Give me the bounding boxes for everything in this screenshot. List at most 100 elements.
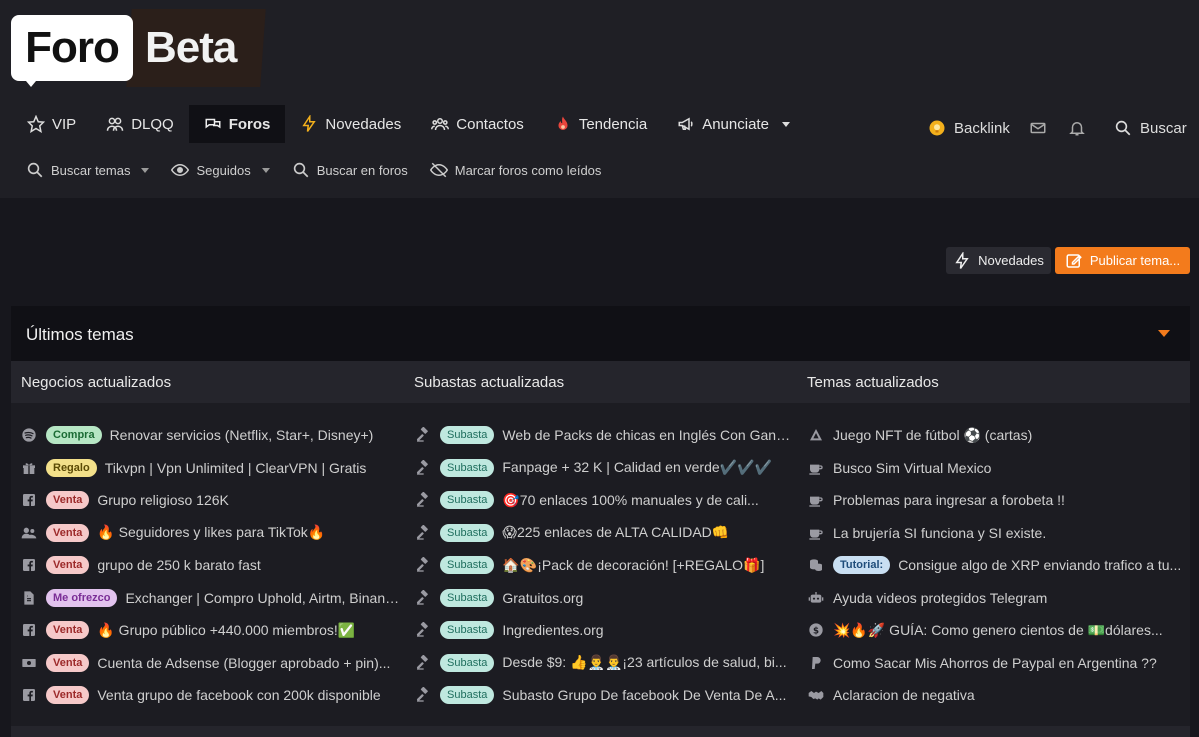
topic-title-link[interactable]: Tikvpn | Vpn Unlimited | ClearVPN | Grat… [105,460,367,476]
inbox-button[interactable] [1029,110,1047,146]
prefix-badge[interactable]: Venta [46,686,90,705]
backlink-link[interactable]: Backlink [928,110,1010,146]
topic-title-link[interactable]: Ayuda videos protegidos Telegram [833,590,1047,606]
list-item[interactable]: Busco Sim Virtual Mexico [807,452,1187,485]
list-item[interactable]: Subasta Ingredientes.org [414,614,794,647]
main-nav: VIP DLQQ Foros Novedades Contactos Tende… [12,105,805,143]
nav-tendencia[interactable]: Tendencia [539,105,662,143]
list-item[interactable]: Subasta 🏠🎨¡Pack de decoración! [+REGALO🎁] [414,549,794,582]
nav-contactos[interactable]: Contactos [416,105,539,143]
novedades-button[interactable]: Novedades [946,247,1051,274]
topic-title-link[interactable]: Fanpage + 32 K | Calidad en verde✔️✔️✔️ [502,459,772,476]
topic-title-link[interactable]: Desde $9: 👍👨‍⚕️👨‍⚕️¡23 artículos de salu… [502,654,786,671]
prefix-badge[interactable]: Subasta [440,686,495,705]
list-item[interactable]: Venta grupo de 250 k barato fast [20,549,400,582]
list-item[interactable]: Como Sacar Mis Ahorros de Paypal en Arge… [807,647,1187,680]
topic-title-link[interactable]: Renovar servicios (Netflix, Star+, Disne… [110,427,374,443]
topic-title-link[interactable]: 😱225 enlaces de ALTA CALIDAD👊 [502,524,729,541]
topic-title-link[interactable]: grupo de 250 k barato fast [97,557,260,573]
topic-title-link[interactable]: La brujería SI funciona y SI existe. [833,525,1046,541]
prefix-badge[interactable]: Subasta [440,556,495,575]
list-item[interactable]: Compra Renovar servicios (Netflix, Star+,… [20,419,400,452]
topic-title-link[interactable]: 🔥 Grupo público +440.000 miembros!✅ [97,622,355,639]
nav-foros[interactable]: Foros [188,105,286,143]
nav-vip[interactable]: VIP [12,105,91,143]
latest-topics-header[interactable]: Últimos temas [11,306,1190,361]
list-item[interactable]: Subasta Web de Packs de chicas en Inglés … [414,419,794,452]
prefix-badge[interactable]: Subasta [440,588,495,607]
topic-title-link[interactable]: Cuenta de Adsense (Blogger aprobado + pi… [97,655,390,671]
topic-title-link[interactable]: Como Sacar Mis Ahorros de Paypal en Arge… [833,655,1157,671]
topic-title-link[interactable]: 🔥 Seguidores y likes para TikTok🔥 [97,524,325,541]
topic-title-link[interactable]: Juego NFT de fútbol ⚽ (cartas) [833,427,1032,444]
list-item[interactable]: La brujería SI funciona y SI existe. [807,517,1187,550]
topic-title-link[interactable]: Grupo religioso 126K [97,492,229,508]
list-item[interactable]: Subasta 🎯70 enlaces 100% manuales y de ca… [414,484,794,517]
prefix-badge[interactable]: Subasta [440,523,495,542]
list-item[interactable]: Venta 🔥 Grupo público +440.000 miembros!✅ [20,614,400,647]
buscar-en-foros-link[interactable]: Buscar en foros [292,161,408,179]
list-item[interactable]: Subasta Fanpage + 32 K | Calidad en verde… [414,452,794,485]
alerts-button[interactable] [1068,110,1086,146]
list-item[interactable]: Juego NFT de fútbol ⚽ (cartas) [807,419,1187,452]
topic-title-link[interactable]: Subasto Grupo De facebook De Venta De A.… [502,687,786,703]
topic-title-link[interactable]: Busco Sim Virtual Mexico [833,460,991,476]
nav-dlqq[interactable]: DLQQ [91,105,189,143]
prefix-badge[interactable]: Compra [46,426,102,445]
search-button[interactable]: Buscar [1114,110,1187,146]
topic-title-link[interactable]: 🎯70 enlaces 100% manuales y de cali... [502,492,758,509]
list-item[interactable]: Subasta 😱225 enlaces de ALTA CALIDAD👊 [414,517,794,550]
topic-title-link[interactable]: Exchanger | Compro Uphold, Airtm, Binanc… [125,590,400,606]
list-item[interactable]: Venta Grupo religioso 126K [20,484,400,517]
seguidos-menu[interactable]: Seguidos [171,161,270,179]
topic-title-link[interactable]: Problemas para ingresar a forobeta !! [833,492,1065,508]
buscar-temas-menu[interactable]: Buscar temas [26,161,150,179]
topic-title-link[interactable]: 🏠🎨¡Pack de decoración! [+REGALO🎁] [502,557,764,574]
topic-title-link[interactable]: Venta grupo de facebook con 200k disponi… [97,687,380,703]
marcar-leidos-link[interactable]: Marcar foros como leídos [429,161,601,179]
bolt-icon [300,115,318,133]
site-logo[interactable]: Foro Beta [11,9,266,87]
list-item[interactable]: Problemas para ingresar a forobeta !! [807,484,1187,517]
prefix-badge[interactable]: Venta [46,556,90,575]
prefix-badge[interactable]: Subasta [440,458,495,477]
list-item[interactable]: Subasta Desde $9: 👍👨‍⚕️👨‍⚕️¡23 artículos … [414,647,794,680]
list-item[interactable]: Subasta Gratuitos.org [414,582,794,615]
topic-title-link[interactable]: Web de Packs de chicas en Inglés Con Gan… [502,427,794,443]
list-item[interactable]: Tutorial: Consigue algo de XRP enviando t… [807,549,1187,582]
robot-icon [807,589,825,607]
gavel-icon [414,654,432,672]
prefix-badge[interactable]: Subasta [440,621,495,640]
prefix-badge[interactable]: Me ofrezco [46,588,118,607]
list-item[interactable]: Venta Venta grupo de facebook con 200k di… [20,679,400,712]
topic-title-link[interactable]: Consigue algo de XRP enviando trafico a … [898,557,1181,573]
list-item[interactable]: Venta Cuenta de Adsense (Blogger aprobado… [20,647,400,680]
prefix-badge[interactable]: Venta [46,621,90,640]
nav-novedades[interactable]: Novedades [285,105,416,143]
topic-title-link[interactable]: Aclaracion de negativa [833,687,975,703]
nav-anunciate[interactable]: Anunciate [662,105,805,143]
list-item[interactable]: Regalo Tikvpn | Vpn Unlimited | ClearVPN … [20,452,400,485]
list-item[interactable]: Me ofrezco Exchanger | Compro Uphold, Air… [20,582,400,615]
topic-title-link[interactable]: Gratuitos.org [502,590,583,606]
prefix-badge[interactable]: Venta [46,523,90,542]
topic-title-link[interactable]: 💥🔥🚀 GUÍA: Como genero cientos de 💵dólare… [833,622,1163,639]
prefix-badge[interactable]: Subasta [440,491,495,510]
collapse-toggle-icon[interactable] [1158,330,1170,337]
prefix-badge[interactable]: Tutorial: [833,556,891,575]
list-item[interactable]: $ 💥🔥🚀 GUÍA: Como genero cientos de 💵dólar… [807,614,1187,647]
topic-title-link[interactable]: Ingredientes.org [502,622,603,638]
prefix-badge[interactable]: Subasta [440,426,495,445]
list-item[interactable]: Aclaracion de negativa [807,679,1187,712]
prefix-badge[interactable]: Venta [46,653,90,672]
list-item[interactable]: Ayuda videos protegidos Telegram [807,582,1187,615]
facebook-icon [20,686,38,704]
list-item[interactable]: Venta 🔥 Seguidores y likes para TikTok🔥 [20,517,400,550]
prefix-badge[interactable]: Subasta [440,653,495,672]
publicar-tema-button[interactable]: Publicar tema... [1055,247,1190,274]
prefix-badge[interactable]: Venta [46,491,90,510]
latest-topics-title: Últimos temas [26,325,134,344]
prefix-badge[interactable]: Regalo [46,458,97,477]
list-item[interactable]: Subasta Subasto Grupo De facebook De Vent… [414,679,794,712]
backlink-label: Backlink [954,119,1010,137]
